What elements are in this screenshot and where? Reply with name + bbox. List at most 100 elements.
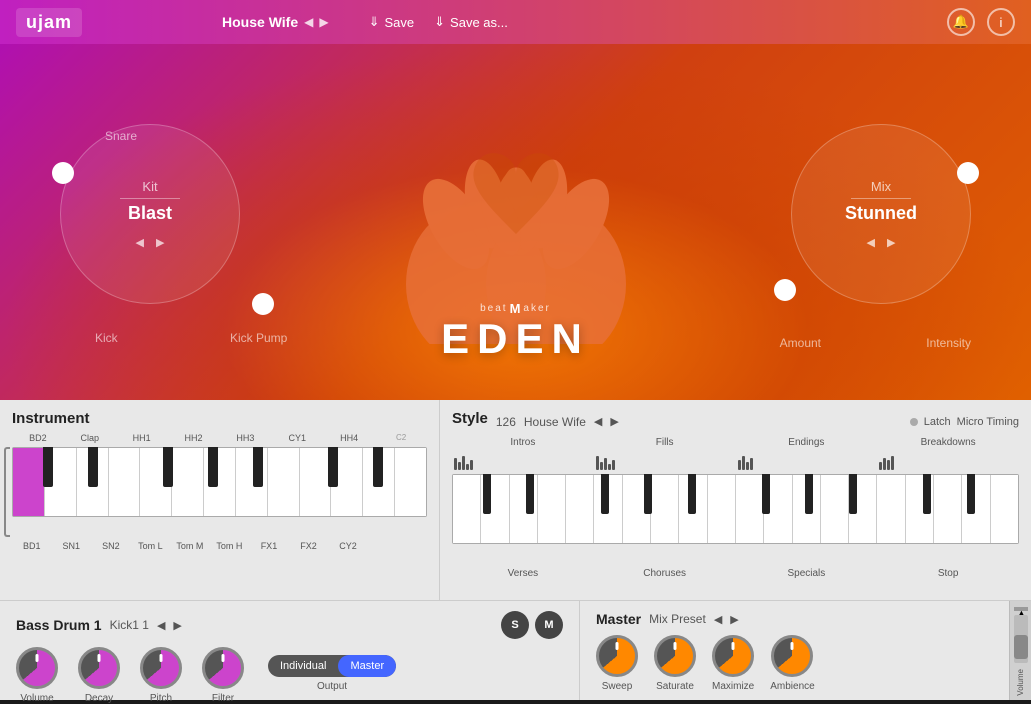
preset-next-button[interactable]: ▶ xyxy=(319,15,328,29)
mix-next-button[interactable]: ▶ xyxy=(887,236,895,249)
notifications-button[interactable]: 🔔 xyxy=(947,8,975,36)
key-sn1[interactable] xyxy=(45,448,77,516)
key-fx1[interactable] xyxy=(204,448,236,516)
cat-endings: Endings xyxy=(736,437,878,448)
bass-drum-header: Bass Drum 1 Kick1 1 ◀ ▶ S M xyxy=(16,611,563,639)
sweep-knob[interactable] xyxy=(596,635,638,677)
style-key-6[interactable] xyxy=(594,475,622,543)
save-button[interactable]: ⇓ Save xyxy=(369,14,415,30)
volume-slider-track[interactable] xyxy=(1014,615,1028,663)
individual-button[interactable]: Individual xyxy=(268,655,338,677)
vbar xyxy=(466,464,469,470)
master-section: Master Mix Preset ◀ ▶ Sweep Saturate Max… xyxy=(580,601,1009,700)
style-key-15[interactable] xyxy=(849,475,877,543)
instrument-piano xyxy=(12,447,427,537)
style-key-9[interactable] xyxy=(679,475,707,543)
style-key-10[interactable] xyxy=(708,475,736,543)
vbar xyxy=(891,456,894,470)
snare-knob[interactable] xyxy=(52,162,74,184)
mix-arrows: ◀ ▶ xyxy=(867,236,896,249)
style-key-3[interactable] xyxy=(510,475,538,543)
style-key-18[interactable] xyxy=(934,475,962,543)
bass-drum-controls: Volume Decay Pitch Filter xyxy=(16,647,563,704)
style-key-8[interactable] xyxy=(651,475,679,543)
sweep-label: Sweep xyxy=(602,681,633,692)
mix-prev-button[interactable]: ◀ xyxy=(867,236,875,249)
key-tomh[interactable] xyxy=(172,448,204,516)
master-prev-button[interactable]: ◀ xyxy=(714,613,722,626)
mix-value: Stunned xyxy=(845,203,917,224)
kick-next-button[interactable]: ▶ xyxy=(173,619,181,632)
style-prev-button[interactable]: ◀ xyxy=(594,415,602,428)
preset-prev-button[interactable]: ◀ xyxy=(304,15,313,29)
instrument-key-labels: BD2 Clap HH1 HH2 HH3 CY1 HH4 C2 xyxy=(12,433,427,443)
vbar xyxy=(887,460,890,470)
label-cy2-bottom: CY2 xyxy=(328,541,368,551)
style-title: Style xyxy=(452,410,488,427)
style-key-5[interactable] xyxy=(566,475,594,543)
info-button[interactable]: i xyxy=(987,8,1015,36)
ambience-knob[interactable] xyxy=(771,635,813,677)
key-fx2[interactable] xyxy=(236,448,268,516)
master-button[interactable]: Master xyxy=(338,655,396,677)
style-key-19[interactable] xyxy=(962,475,990,543)
style-piano xyxy=(452,474,1019,564)
m-button[interactable]: M xyxy=(535,611,563,639)
maximize-knob[interactable] xyxy=(712,635,754,677)
vbar xyxy=(883,458,886,470)
style-key-17[interactable] xyxy=(906,475,934,543)
key-bd1[interactable] xyxy=(13,448,45,516)
pitch-knob[interactable] xyxy=(140,647,182,689)
key-sn2[interactable] xyxy=(77,448,109,516)
saturate-knob-container: Saturate xyxy=(654,635,696,692)
key-extra3[interactable] xyxy=(363,448,395,516)
vbar xyxy=(738,460,741,470)
master-next-button[interactable]: ▶ xyxy=(730,613,738,626)
style-key-16[interactable] xyxy=(877,475,905,543)
kick-prev-button[interactable]: ◀ xyxy=(157,619,165,632)
snare-label: Snare xyxy=(105,129,137,143)
decay-knob[interactable] xyxy=(78,647,120,689)
vbar xyxy=(462,456,465,470)
style-header: Style 126 House Wife ◀ ▶ Latch Micro Tim… xyxy=(452,410,1019,433)
style-key-7[interactable] xyxy=(623,475,651,543)
intensity-knob[interactable] xyxy=(957,162,979,184)
amount-knob[interactable] xyxy=(774,279,796,301)
style-key-1[interactable] xyxy=(453,475,481,543)
s-button[interactable]: S xyxy=(501,611,529,639)
label-toml-bottom: Tom L xyxy=(131,541,171,551)
volume-slider-arrow-up[interactable]: ▲ xyxy=(1014,607,1028,611)
style-key-20[interactable] xyxy=(991,475,1018,543)
volume-slider-thumb[interactable] xyxy=(1014,635,1028,659)
style-key-2[interactable] xyxy=(481,475,509,543)
kit-next-button[interactable]: ▶ xyxy=(156,236,164,249)
filter-knob[interactable] xyxy=(202,647,244,689)
style-key-13[interactable] xyxy=(793,475,821,543)
key-extra4[interactable] xyxy=(395,448,426,516)
style-key-14[interactable] xyxy=(821,475,849,543)
kick-knob[interactable] xyxy=(252,293,274,315)
volume-knob[interactable] xyxy=(16,647,58,689)
key-extra1[interactable] xyxy=(300,448,332,516)
vbar xyxy=(608,464,611,470)
style-key-11[interactable] xyxy=(736,475,764,543)
style-next-button[interactable]: ▶ xyxy=(610,415,618,428)
kit-value: Blast xyxy=(128,203,172,224)
saturate-knob[interactable] xyxy=(654,635,696,677)
volume-slider-container: ▲ Volume xyxy=(1009,601,1031,700)
label-clap: Clap xyxy=(64,433,116,443)
ambience-label: Ambience xyxy=(770,681,814,692)
eden-title: EDEN xyxy=(441,318,590,360)
key-tomm[interactable] xyxy=(140,448,172,516)
key-cy2[interactable] xyxy=(268,448,300,516)
key-extra2[interactable] xyxy=(331,448,363,516)
key-toml[interactable] xyxy=(109,448,141,516)
style-key-4[interactable] xyxy=(538,475,566,543)
style-key-12[interactable] xyxy=(764,475,792,543)
latch-label: Latch xyxy=(924,416,951,428)
save-as-button[interactable]: ⇓ Save as... xyxy=(434,14,508,30)
label-hh3: HH3 xyxy=(220,433,272,443)
label-tomm-bottom: Tom M xyxy=(170,541,210,551)
volume-label-vertical: Volume xyxy=(1016,669,1025,696)
kit-prev-button[interactable]: ◀ xyxy=(136,236,144,249)
